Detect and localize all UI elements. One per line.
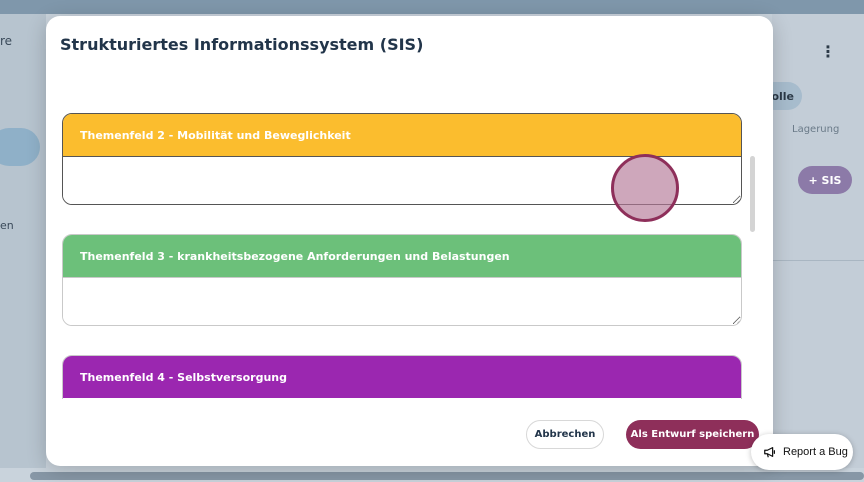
themenfeld-4-section: Themenfeld 4 - Selbstversorgung <box>62 355 742 399</box>
sis-modal: Strukturiertes Informationssystem (SIS) … <box>46 16 773 466</box>
vertical-dots-icon: ⋮ <box>820 42 836 61</box>
background-topbar <box>0 0 864 14</box>
themenfeld-3-section: Themenfeld 3 - krankheitsbezogene Anford… <box>62 234 742 326</box>
sidebar-active-pill <box>0 128 40 166</box>
save-draft-button[interactable]: Als Entwurf speichern <box>626 420 759 449</box>
background-right-panel: ⋮ olle Lagerung + SIS <box>760 14 864 468</box>
themenfeld-3-textarea[interactable] <box>63 277 741 325</box>
cursor-highlight <box>611 154 679 222</box>
lagerung-tab: Lagerung <box>792 124 840 135</box>
themenfeld-2-header: Themenfeld 2 - Mobilität und Beweglichke… <box>63 114 741 156</box>
sidebar-text: en <box>0 219 14 232</box>
background-sidebar: re en <box>0 14 46 468</box>
modal-scrollbar[interactable] <box>750 156 755 232</box>
megaphone-icon <box>764 447 775 458</box>
cancel-button[interactable]: Abbrechen <box>526 420 604 449</box>
themenfeld-3-header: Themenfeld 3 - krankheitsbezogene Anford… <box>63 235 741 277</box>
modal-title: Strukturiertes Informationssystem (SIS) <box>60 35 424 54</box>
themenfeld-4-header: Themenfeld 4 - Selbstversorgung <box>63 356 741 398</box>
divider <box>772 260 864 261</box>
report-bug-button[interactable]: Report a Bug <box>751 434 853 470</box>
report-bug-label: Report a Bug <box>783 446 848 458</box>
horizontal-scrollbar <box>30 472 864 480</box>
add-sis-button: + SIS <box>798 166 852 194</box>
sidebar-text: re <box>0 34 13 48</box>
